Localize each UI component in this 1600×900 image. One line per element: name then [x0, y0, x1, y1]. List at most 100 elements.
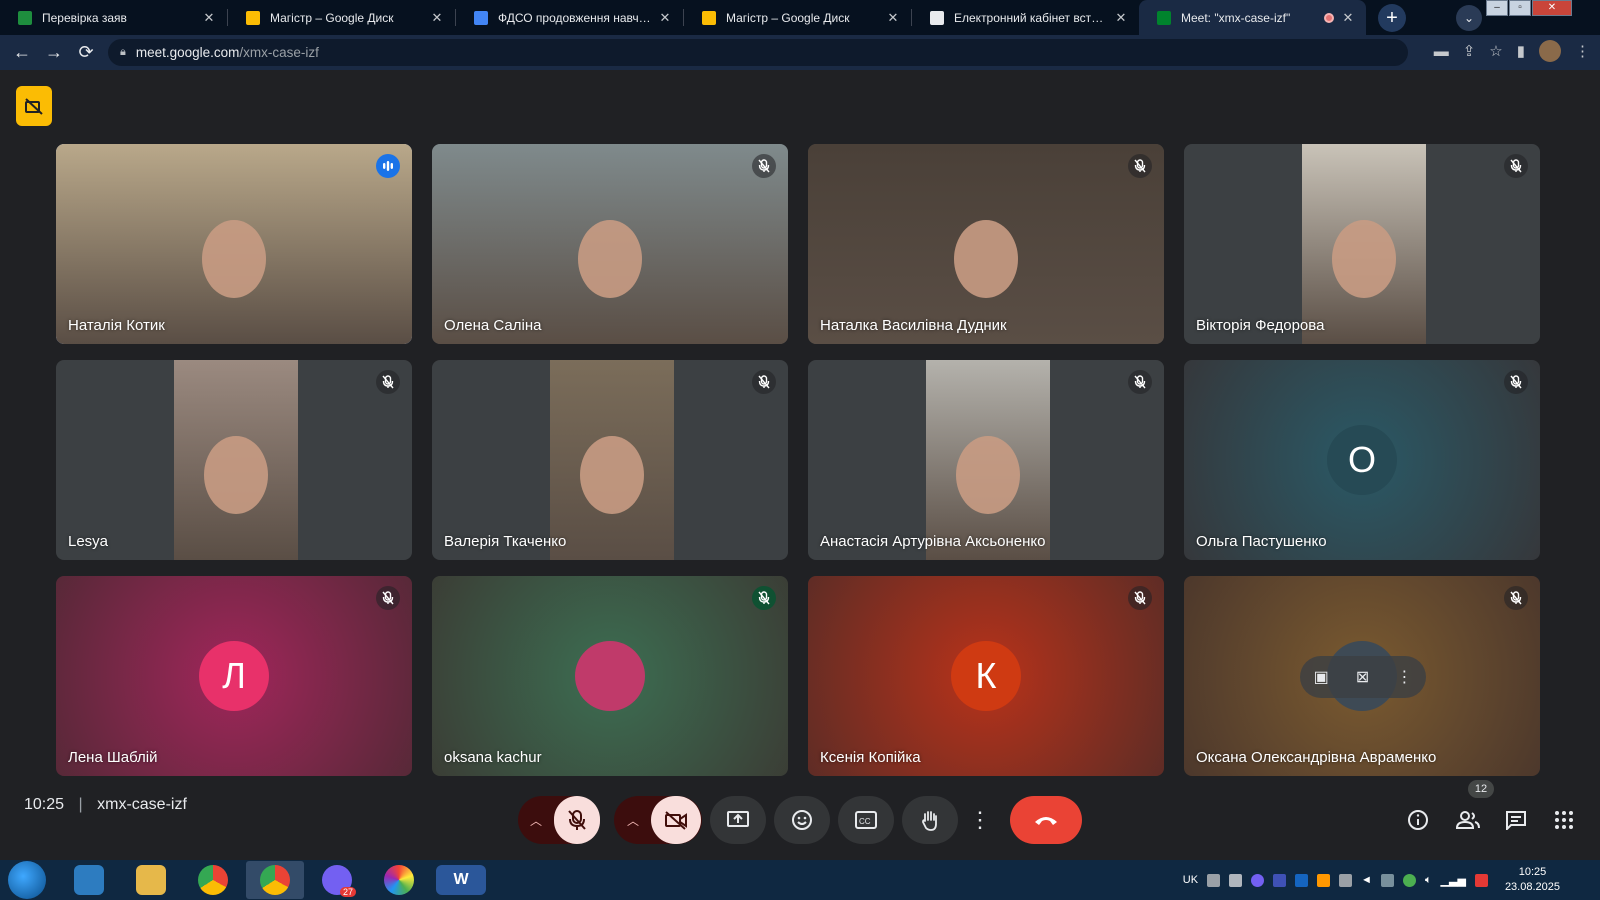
volume-icon[interactable]: 🔈︎ [1425, 874, 1432, 887]
tray-cloud-icon[interactable] [1317, 873, 1331, 887]
meeting-info: 10:25 | xmx-case-izf [24, 796, 187, 813]
signal-icon[interactable]: ▁▃▅ [1441, 874, 1466, 887]
minimize-button[interactable]: – [1486, 0, 1508, 16]
address-bar[interactable]: 🔒︎ meet.google.com/xmx-case-izf [108, 39, 1408, 66]
participant-name: Олена Саліна [444, 317, 542, 334]
mic-control: ︿ [518, 796, 600, 844]
browser-tab[interactable]: Перевірка заяв ✕ [0, 0, 227, 35]
browser-tab[interactable]: Електронний кабінет вступника ✕ [912, 0, 1139, 35]
tab-title: Електронний кабінет вступника [954, 10, 1107, 25]
security-tray-icon[interactable] [1339, 873, 1353, 887]
new-tab-button[interactable]: + [1378, 4, 1406, 32]
camera-toggle-button[interactable] [651, 796, 701, 844]
participant-tile[interactable]: О Ольга Пастушенко [1184, 360, 1540, 560]
captions-icon: CC [855, 811, 877, 829]
viber-unread-badge: 27 [339, 887, 356, 897]
reactions-button[interactable] [774, 796, 830, 844]
tab-favicon-icon [246, 10, 260, 25]
flag-tray-icon[interactable] [1474, 873, 1488, 887]
participant-video [550, 360, 674, 560]
participant-name: Лена Шаблій [68, 749, 158, 766]
participant-tile[interactable]: ▣ ⊠ ⋮ Оксана Олександрівна Авраменко [1184, 576, 1540, 776]
participant-tile[interactable]: oksana kachur [432, 576, 788, 776]
more-options-button[interactable]: ⋮ [966, 796, 994, 844]
info-tray-icon[interactable] [1295, 873, 1309, 887]
taskbar-app-chrome[interactable] [184, 861, 242, 899]
taskbar-app-explorer[interactable] [122, 861, 180, 899]
captions-button[interactable]: CC [838, 796, 894, 844]
maximize-button[interactable]: ▫ [1509, 0, 1531, 16]
tab-close-icon[interactable]: ✕ [1340, 10, 1356, 26]
mic-off-icon [1128, 154, 1152, 178]
language-indicator[interactable]: UK [1183, 874, 1198, 886]
close-window-button[interactable]: ✕ [1532, 0, 1572, 16]
tile-more-icon[interactable]: ⋮ [1396, 667, 1412, 687]
participant-tile[interactable]: Lesya [56, 360, 412, 560]
tab-title: Перевірка заяв [42, 10, 127, 25]
participant-name: oksana kachur [444, 749, 542, 766]
tab-close-icon[interactable]: ✕ [657, 10, 673, 26]
tray-z-icon[interactable] [1273, 873, 1287, 887]
participant-tile[interactable]: Валерія Ткаченко [432, 360, 788, 560]
tab-close-icon[interactable]: ✕ [885, 10, 901, 26]
browser-tab[interactable]: Магістр – Google Диск ✕ [684, 0, 911, 35]
participant-face [580, 436, 644, 514]
participant-tile[interactable]: Олена Саліна [432, 144, 788, 344]
speaker-mute-icon[interactable]: ◄ [1361, 874, 1372, 886]
side-panel-icon[interactable]: ▮ [1517, 42, 1525, 60]
speaking-indicator-icon [376, 154, 400, 178]
network-tray-icon[interactable] [1380, 873, 1394, 887]
no-recording-badge-icon[interactable] [16, 86, 52, 126]
tab-search-button[interactable]: ⌄ [1456, 5, 1482, 31]
menu-icon[interactable]: ⋮ [1575, 42, 1590, 60]
taskbar-app-photos[interactable] [370, 861, 428, 899]
tab-close-icon[interactable]: ✕ [201, 10, 217, 26]
leave-call-button[interactable] [1010, 796, 1082, 844]
profile-avatar[interactable] [1539, 40, 1561, 62]
browser-tab[interactable]: Meet: "xmx-case-izf" ✕ [1139, 0, 1366, 35]
people-button[interactable] [1448, 796, 1488, 844]
participant-tile[interactable]: Л Лена Шаблій [56, 576, 412, 776]
tab-title: Магістр – Google Диск [270, 10, 394, 25]
present-button[interactable] [710, 796, 766, 844]
taskbar-app-chrome-active[interactable] [246, 861, 304, 899]
participant-tile[interactable]: Анастасія Артурівна Аксьоненко [808, 360, 1164, 560]
browser-tab[interactable]: ФДСО продовження навчання ✕ [456, 0, 683, 35]
meeting-details-button[interactable] [1400, 796, 1436, 844]
taskbar-app-viber[interactable]: 27 [308, 861, 366, 899]
reload-button[interactable]: ⟳ [70, 42, 102, 63]
mic-toggle-button[interactable] [554, 796, 600, 844]
camera-icon[interactable]: ▬ [1434, 43, 1449, 60]
remove-from-view-icon[interactable]: ⊠ [1356, 667, 1369, 687]
share-icon[interactable]: ⇪ [1463, 42, 1476, 60]
back-button[interactable]: ← [6, 42, 38, 63]
tab-favicon-icon [1157, 10, 1171, 25]
tab-close-icon[interactable]: ✕ [429, 10, 445, 26]
keyboard-icon[interactable] [1207, 873, 1221, 887]
participant-tile[interactable]: Вікторія Федорова [1184, 144, 1540, 344]
participant-tile[interactable]: К Ксенія Копійка [808, 576, 1164, 776]
word-icon: W [436, 865, 486, 895]
forward-button[interactable]: → [38, 42, 70, 63]
chat-button[interactable] [1496, 796, 1536, 844]
frame-icon[interactable]: ▣ [1314, 667, 1329, 687]
activities-button[interactable] [1544, 796, 1584, 844]
participant-tile[interactable]: Наталія Котик [56, 144, 412, 344]
browser-tab[interactable]: Магістр – Google Диск ✕ [228, 0, 455, 35]
notes-app-icon [74, 865, 104, 895]
chrome-tray-icon[interactable] [1402, 873, 1416, 887]
video-options-chevron-icon[interactable]: ︿ [615, 812, 651, 829]
participant-video [56, 144, 412, 344]
viber-tray-icon[interactable] [1251, 873, 1265, 887]
taskbar-app-word[interactable]: W [432, 861, 490, 899]
meeting-code: xmx-case-izf [97, 796, 187, 813]
star-icon[interactable]: ☆ [1489, 42, 1502, 60]
raise-hand-button[interactable] [902, 796, 958, 844]
tab-close-icon[interactable]: ✕ [1113, 10, 1129, 26]
participant-tile[interactable]: Наталка Василівна Дудник [808, 144, 1164, 344]
taskbar-clock[interactable]: 10:25 23.08.2025 [1505, 865, 1560, 895]
audio-options-chevron-icon[interactable]: ︿ [518, 812, 554, 829]
start-button[interactable] [8, 861, 46, 899]
taskbar-app-notes[interactable] [60, 861, 118, 899]
tray-app-icon[interactable] [1229, 873, 1243, 887]
